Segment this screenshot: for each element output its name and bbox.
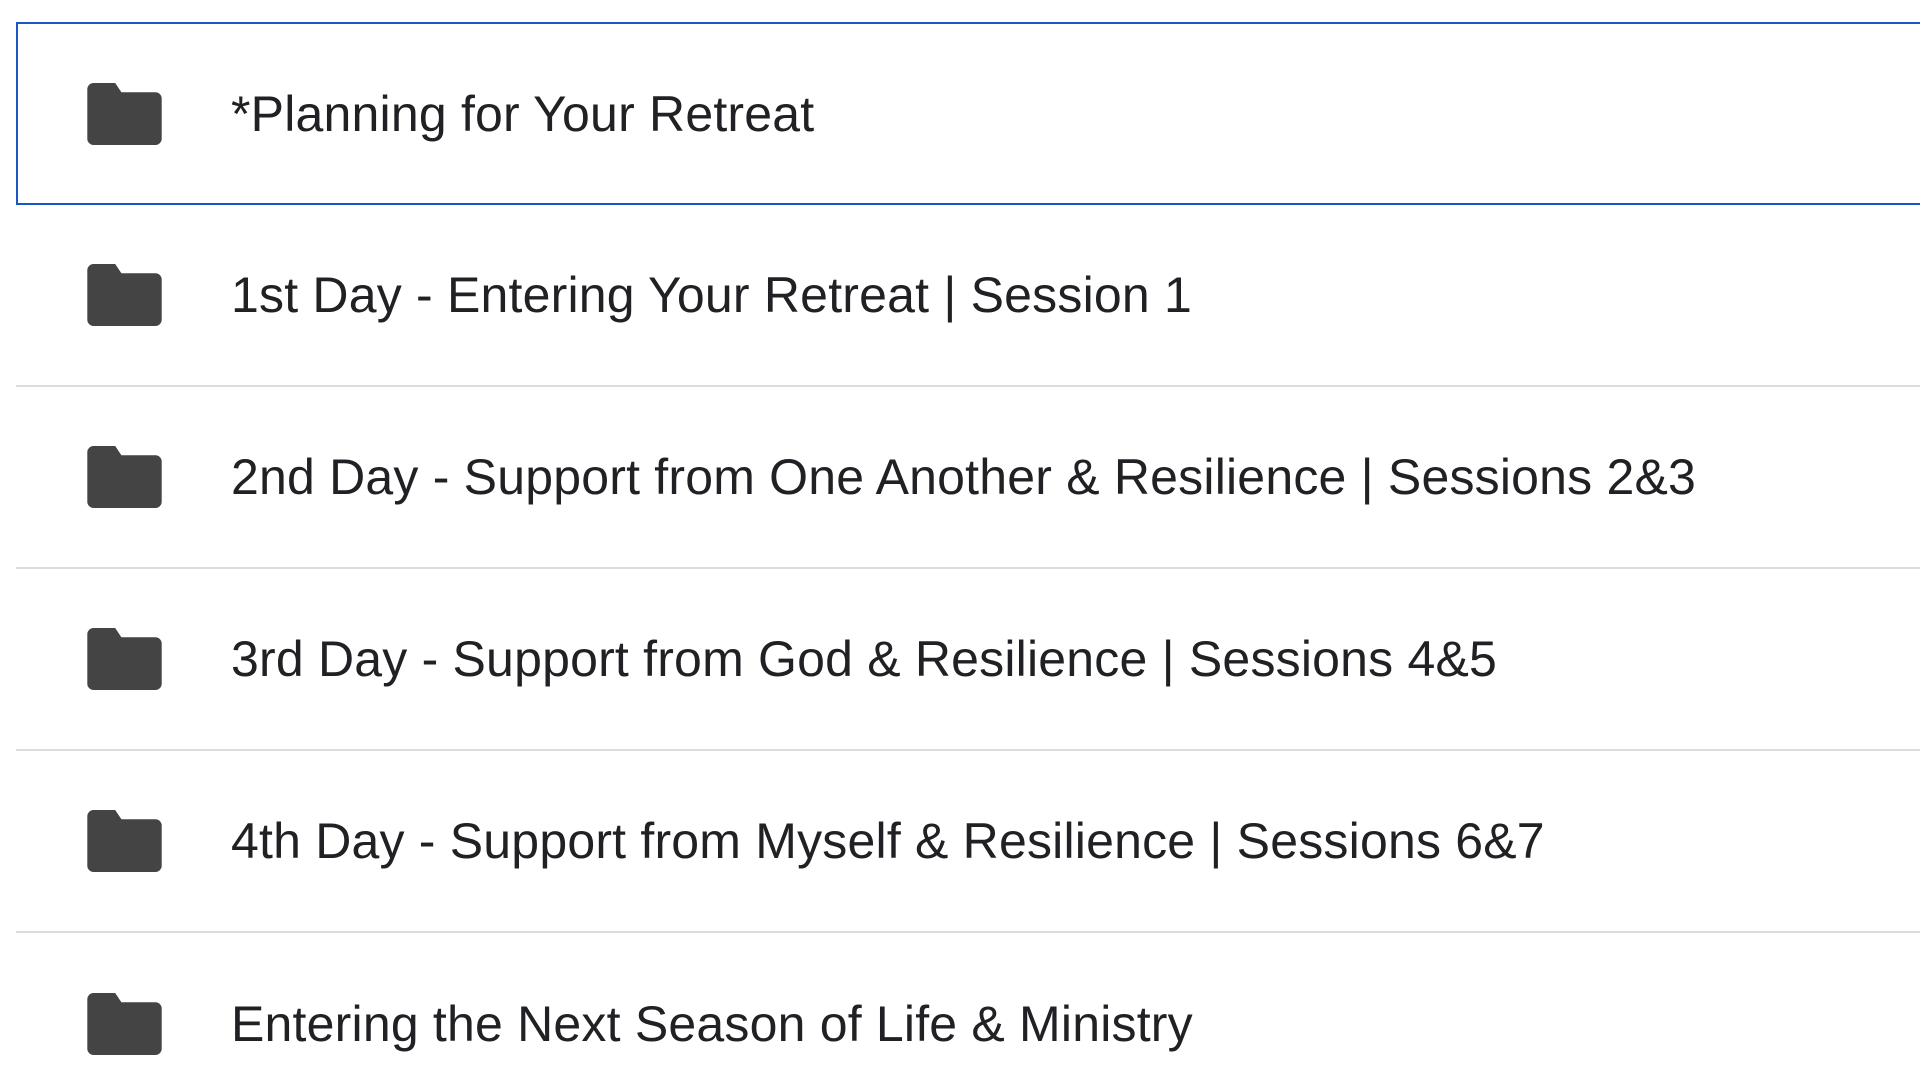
folder-icon xyxy=(87,82,162,145)
folder-row-day-3[interactable]: 3rd Day - Support from God & Resilience … xyxy=(16,569,1920,751)
folder-row-day-4[interactable]: 4th Day - Support from Myself & Resilien… xyxy=(16,751,1920,933)
folder-icon xyxy=(87,810,162,872)
folder-list: *Planning for Your Retreat 1st Day - Ent… xyxy=(0,0,1920,1080)
folder-icon xyxy=(87,446,162,508)
folder-name: 1st Day - Entering Your Retreat | Sessio… xyxy=(231,267,1192,323)
folder-row-planning[interactable]: *Planning for Your Retreat xyxy=(16,22,1920,205)
folder-row-day-1[interactable]: 1st Day - Entering Your Retreat | Sessio… xyxy=(16,205,1920,387)
folder-row-next-season[interactable]: Entering the Next Season of Life & Minis… xyxy=(16,933,1920,1080)
folder-row-day-2[interactable]: 2nd Day - Support from One Another & Res… xyxy=(16,387,1920,569)
folder-icon xyxy=(87,628,162,690)
folder-name: *Planning for Your Retreat xyxy=(231,85,815,142)
folder-name: 4th Day - Support from Myself & Resilien… xyxy=(231,813,1545,869)
folder-icon xyxy=(87,993,162,1055)
folder-icon xyxy=(87,264,162,326)
folder-name: 2nd Day - Support from One Another & Res… xyxy=(231,449,1697,505)
folder-name: Entering the Next Season of Life & Minis… xyxy=(231,996,1193,1052)
folder-name: 3rd Day - Support from God & Resilience … xyxy=(231,631,1498,687)
